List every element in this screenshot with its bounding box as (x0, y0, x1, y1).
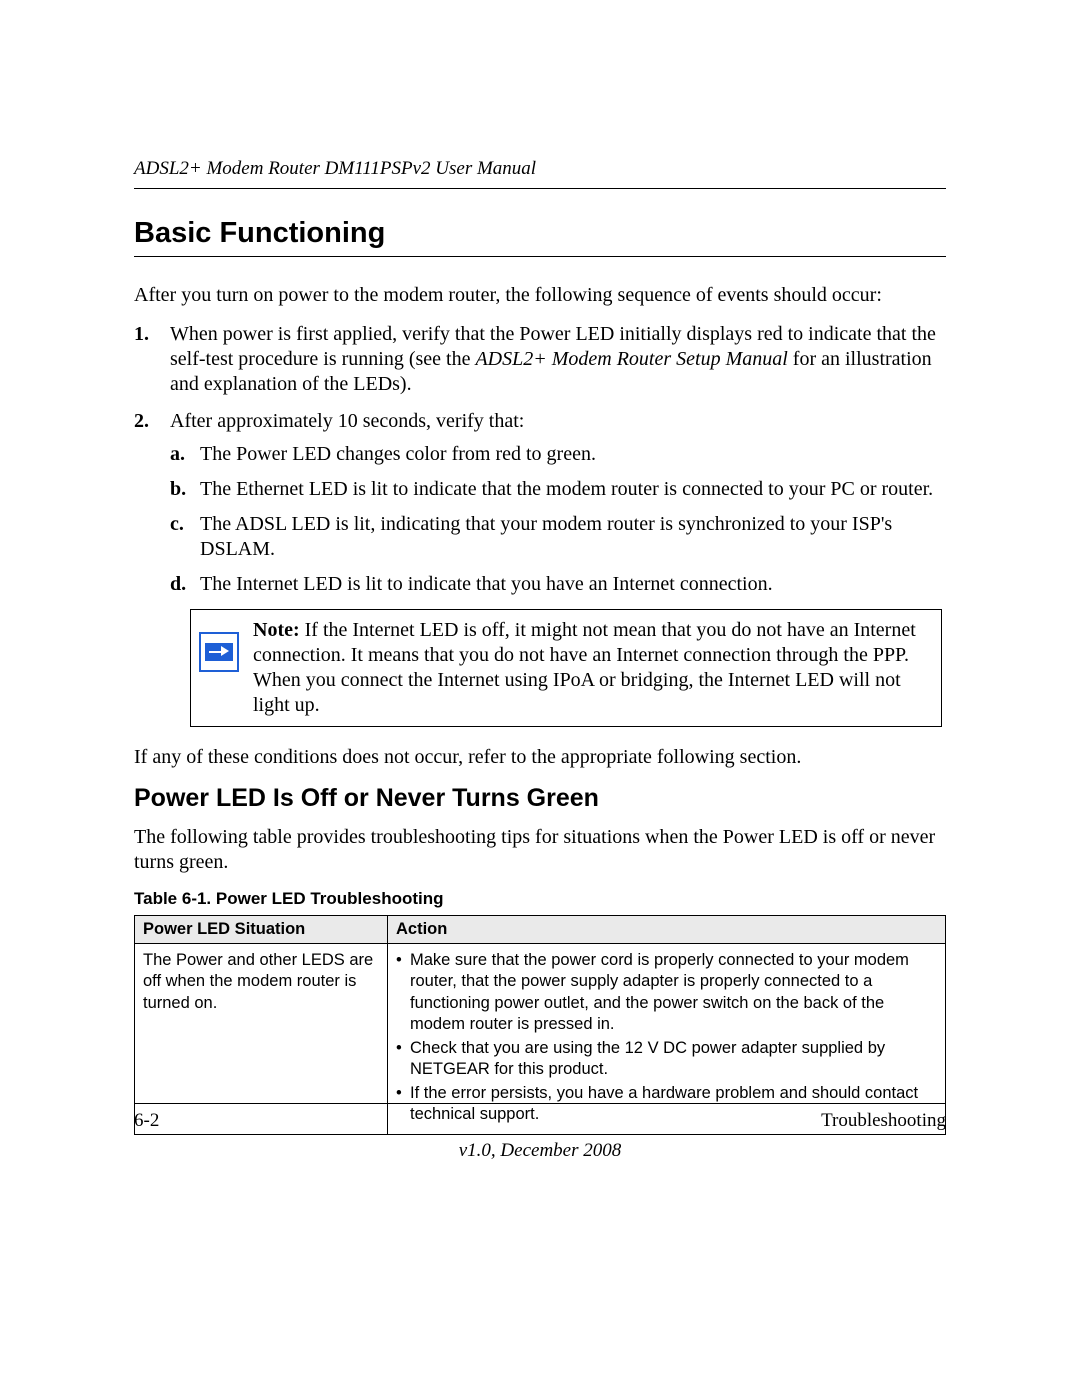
lettered-sublist: The Power LED changes color from red to … (170, 442, 946, 597)
footer-version: v1.0, December 2008 (134, 1140, 946, 1162)
table-header-action: Action (388, 916, 946, 944)
intro-paragraph: After you turn on power to the modem rou… (134, 283, 946, 308)
list-item: The Ethernet LED is lit to indicate that… (170, 477, 946, 502)
italic-reference: ADSL2+ Modem Router Setup Manual (475, 348, 787, 370)
page-number: 6-2 (134, 1110, 159, 1132)
arrow-right-icon (199, 632, 239, 672)
page-footer: 6-2 Troubleshooting v1.0, December 2008 (134, 1103, 946, 1162)
footer-rule (134, 1103, 946, 1104)
footer-line: 6-2 Troubleshooting (134, 1110, 946, 1132)
troubleshooting-table: Power LED Situation Action The Power and… (134, 915, 946, 1135)
list-item: After approximately 10 seconds, verify t… (134, 409, 946, 597)
note-callout: Note: If the Internet LED is off, it mig… (190, 609, 942, 727)
list-item: When power is first applied, verify that… (134, 322, 946, 397)
running-header: ADSL2+ Modem Router DM111PSPv2 User Manu… (134, 158, 946, 180)
list-item: The ADSL LED is lit, indicating that you… (170, 512, 946, 562)
note-text: Note: If the Internet LED is off, it mig… (253, 618, 927, 718)
note-icon-container (199, 618, 239, 672)
table-header-situation: Power LED Situation (135, 916, 388, 944)
header-rule (134, 188, 946, 189)
section2-intro: The following table provides troubleshoo… (134, 825, 946, 875)
note-body: If the Internet LED is off, it might not… (253, 619, 916, 716)
document-page: ADSL2+ Modem Router DM111PSPv2 User Manu… (0, 0, 1080, 1397)
list-item: Check that you are using the 12 V DC pow… (396, 1038, 937, 1081)
numbered-list: When power is first applied, verify that… (134, 322, 946, 597)
list-text-part: After approximately 10 seconds, verify t… (170, 410, 524, 432)
table-header-row: Power LED Situation Action (135, 916, 946, 944)
list-item: The Power LED changes color from red to … (170, 442, 946, 467)
note-label: Note: (253, 619, 300, 641)
list-item: Make sure that the power cord is properl… (396, 950, 937, 1036)
section-heading-power-led: Power LED Is Off or Never Turns Green (134, 784, 946, 813)
list-item: The Internet LED is lit to indicate that… (170, 572, 946, 597)
section-heading-basic-functioning: Basic Functioning (134, 217, 946, 250)
table-caption: Table 6-1. Power LED Troubleshooting (134, 889, 946, 909)
closing-paragraph: If any of these conditions does not occu… (134, 745, 946, 770)
heading-rule (134, 256, 946, 257)
footer-section-name: Troubleshooting (821, 1110, 946, 1132)
action-list: Make sure that the power cord is properl… (396, 950, 937, 1126)
